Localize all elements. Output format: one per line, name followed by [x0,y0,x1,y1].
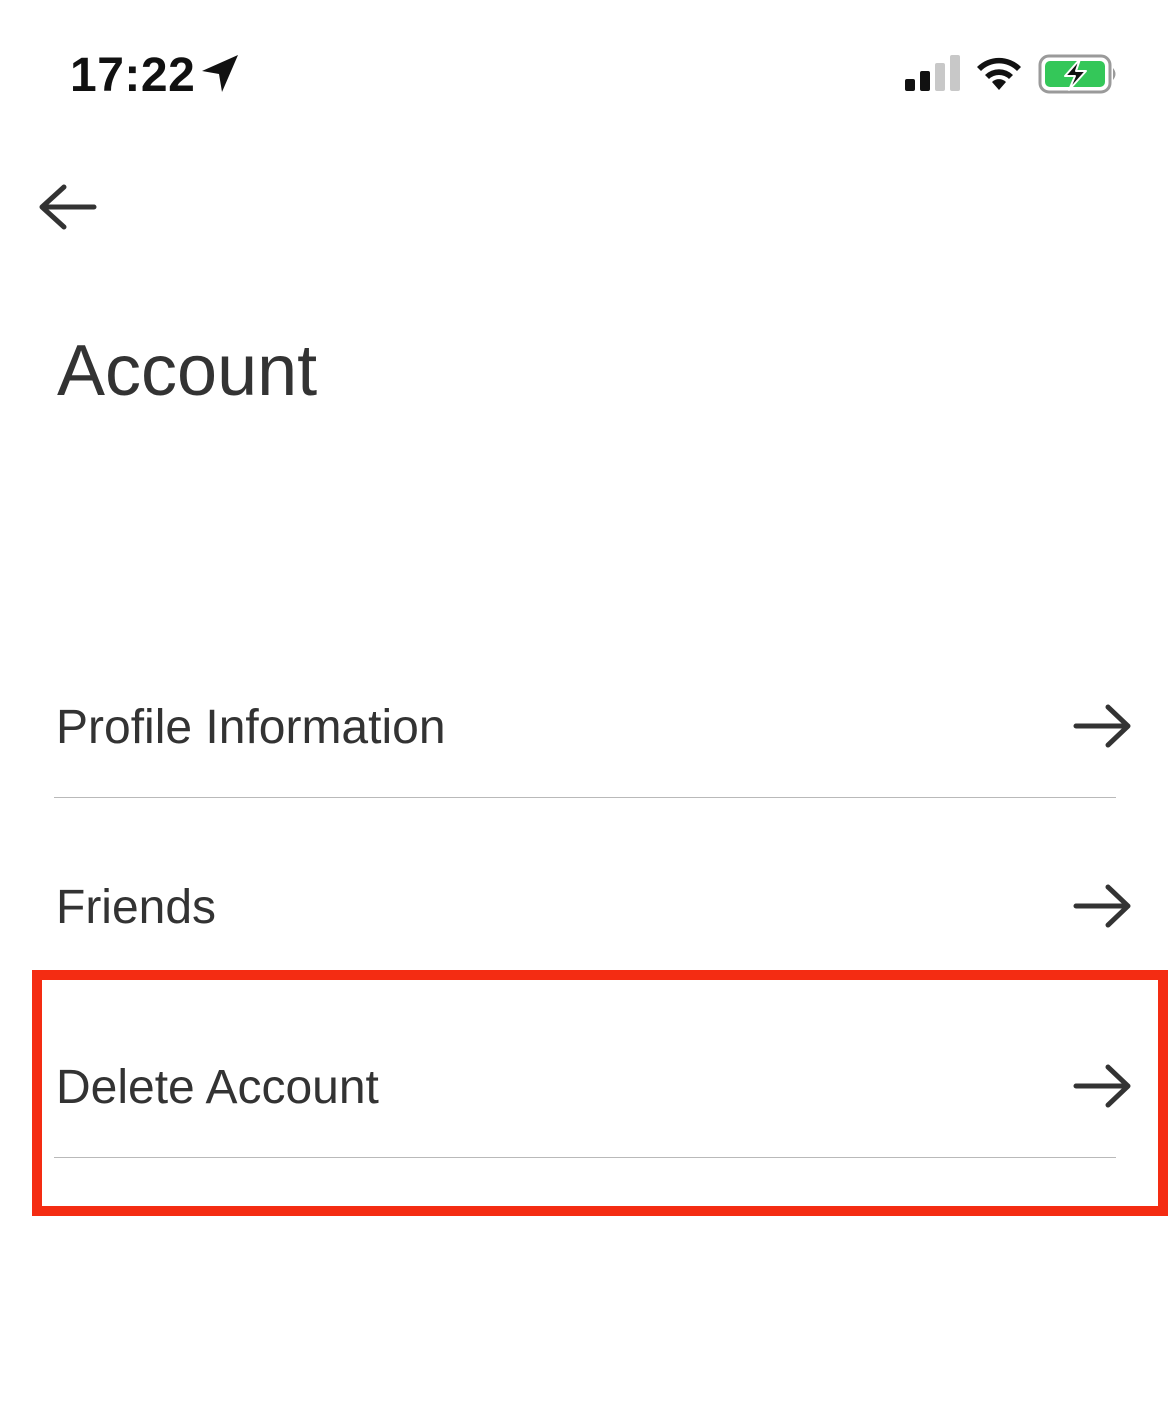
cellular-signal-icon [905,55,960,91]
back-button[interactable] [30,175,106,239]
menu-item-label: Profile Information [56,701,446,754]
menu-item-profile-information[interactable]: Profile Information [0,645,1170,800]
wifi-icon [977,57,1021,90]
location-arrow-icon [202,55,238,92]
back-arrow-icon [39,184,97,230]
divider [54,1157,1116,1158]
status-time: 17:22 [70,49,196,102]
status-bar: 17:22 [0,0,1170,150]
page-title: Account [57,331,318,411]
menu-item-label: Delete Account [56,1061,379,1114]
arrow-right-icon [1073,884,1131,928]
battery-charging-icon [1038,54,1116,94]
divider [54,797,1116,798]
arrow-right-icon [1073,1064,1131,1108]
arrow-right-icon [1073,704,1131,748]
menu-item-label: Friends [56,881,217,934]
menu-item-friends[interactable]: Friends [0,825,1170,980]
menu-item-delete-account[interactable]: Delete Account [0,1005,1170,1160]
